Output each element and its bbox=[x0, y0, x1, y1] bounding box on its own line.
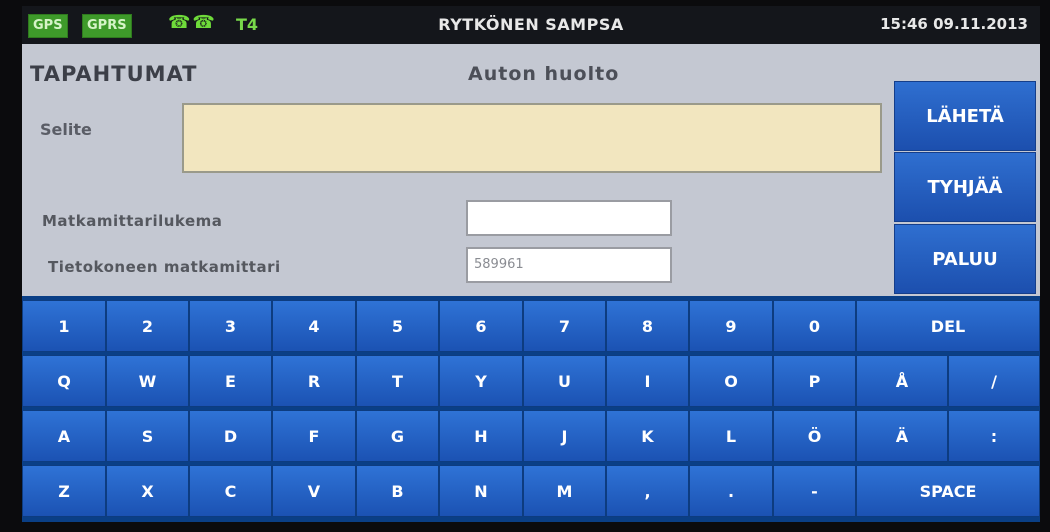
key-b[interactable]: B bbox=[356, 465, 439, 517]
key-x[interactable]: X bbox=[106, 465, 189, 517]
key-s[interactable]: S bbox=[106, 410, 189, 462]
on-screen-keyboard: 1 2 3 4 5 6 7 8 9 0 DEL Q W E R T Y U I … bbox=[22, 296, 1040, 522]
key-0[interactable]: 0 bbox=[773, 300, 856, 352]
key-period[interactable]: . bbox=[689, 465, 773, 517]
key-n[interactable]: N bbox=[439, 465, 523, 517]
key-w[interactable]: W bbox=[106, 355, 189, 407]
key-p[interactable]: P bbox=[773, 355, 856, 407]
key-o-umlaut[interactable]: Ö bbox=[773, 410, 856, 462]
key-5[interactable]: 5 bbox=[356, 300, 439, 352]
send-button[interactable]: LÄHETÄ bbox=[894, 81, 1036, 151]
key-a-ring[interactable]: Å bbox=[856, 355, 948, 407]
key-l[interactable]: L bbox=[689, 410, 773, 462]
key-v[interactable]: V bbox=[272, 465, 356, 517]
key-9[interactable]: 9 bbox=[689, 300, 773, 352]
key-o[interactable]: O bbox=[689, 355, 773, 407]
key-7[interactable]: 7 bbox=[523, 300, 606, 352]
computer-odometer-label: Tietokoneen matkamittari bbox=[48, 258, 281, 276]
clear-button[interactable]: TYHJÄÄ bbox=[894, 152, 1036, 222]
key-j[interactable]: J bbox=[523, 410, 606, 462]
key-c[interactable]: C bbox=[189, 465, 272, 517]
key-comma[interactable]: , bbox=[606, 465, 689, 517]
key-q[interactable]: Q bbox=[22, 355, 106, 407]
key-h[interactable]: H bbox=[439, 410, 523, 462]
odometer-input[interactable] bbox=[466, 200, 672, 236]
key-g[interactable]: G bbox=[356, 410, 439, 462]
key-y[interactable]: Y bbox=[439, 355, 523, 407]
key-2[interactable]: 2 bbox=[106, 300, 189, 352]
key-1[interactable]: 1 bbox=[22, 300, 106, 352]
key-6[interactable]: 6 bbox=[439, 300, 523, 352]
datetime: 15:46 09.11.2013 bbox=[880, 15, 1028, 33]
key-z[interactable]: Z bbox=[22, 465, 106, 517]
key-8[interactable]: 8 bbox=[606, 300, 689, 352]
key-m[interactable]: M bbox=[523, 465, 606, 517]
computer-odometer-field: 589961 bbox=[466, 247, 672, 283]
key-4[interactable]: 4 bbox=[272, 300, 356, 352]
space-key[interactable]: SPACE bbox=[856, 465, 1040, 517]
status-bar: GPS GPRS ☎☎ T4 RYTKÖNEN SAMPSA 15:46 09.… bbox=[22, 6, 1040, 44]
key-d[interactable]: D bbox=[189, 410, 272, 462]
device-screen: GPS GPRS ☎☎ T4 RYTKÖNEN SAMPSA 15:46 09.… bbox=[22, 6, 1040, 522]
key-i[interactable]: I bbox=[606, 355, 689, 407]
selite-input[interactable] bbox=[182, 103, 882, 173]
key-a[interactable]: A bbox=[22, 410, 106, 462]
key-k[interactable]: K bbox=[606, 410, 689, 462]
key-f[interactable]: F bbox=[272, 410, 356, 462]
odometer-label: Matkamittarilukema bbox=[42, 212, 223, 230]
key-3[interactable]: 3 bbox=[189, 300, 272, 352]
key-r[interactable]: R bbox=[272, 355, 356, 407]
key-slash[interactable]: / bbox=[948, 355, 1040, 407]
back-button[interactable]: PALUU bbox=[894, 224, 1036, 294]
page-subtitle: Auton huolto bbox=[468, 63, 620, 85]
key-colon[interactable]: : bbox=[948, 410, 1040, 462]
delete-key[interactable]: DEL bbox=[856, 300, 1040, 352]
key-t[interactable]: T bbox=[356, 355, 439, 407]
event-form: TAPAHTUMAT Auton huolto Selite Matkamitt… bbox=[22, 44, 1040, 296]
selite-label: Selite bbox=[40, 120, 92, 139]
key-a-umlaut[interactable]: Ä bbox=[856, 410, 948, 462]
page-title: TAPAHTUMAT bbox=[30, 62, 198, 86]
key-dash[interactable]: - bbox=[773, 465, 856, 517]
key-u[interactable]: U bbox=[523, 355, 606, 407]
key-e[interactable]: E bbox=[189, 355, 272, 407]
